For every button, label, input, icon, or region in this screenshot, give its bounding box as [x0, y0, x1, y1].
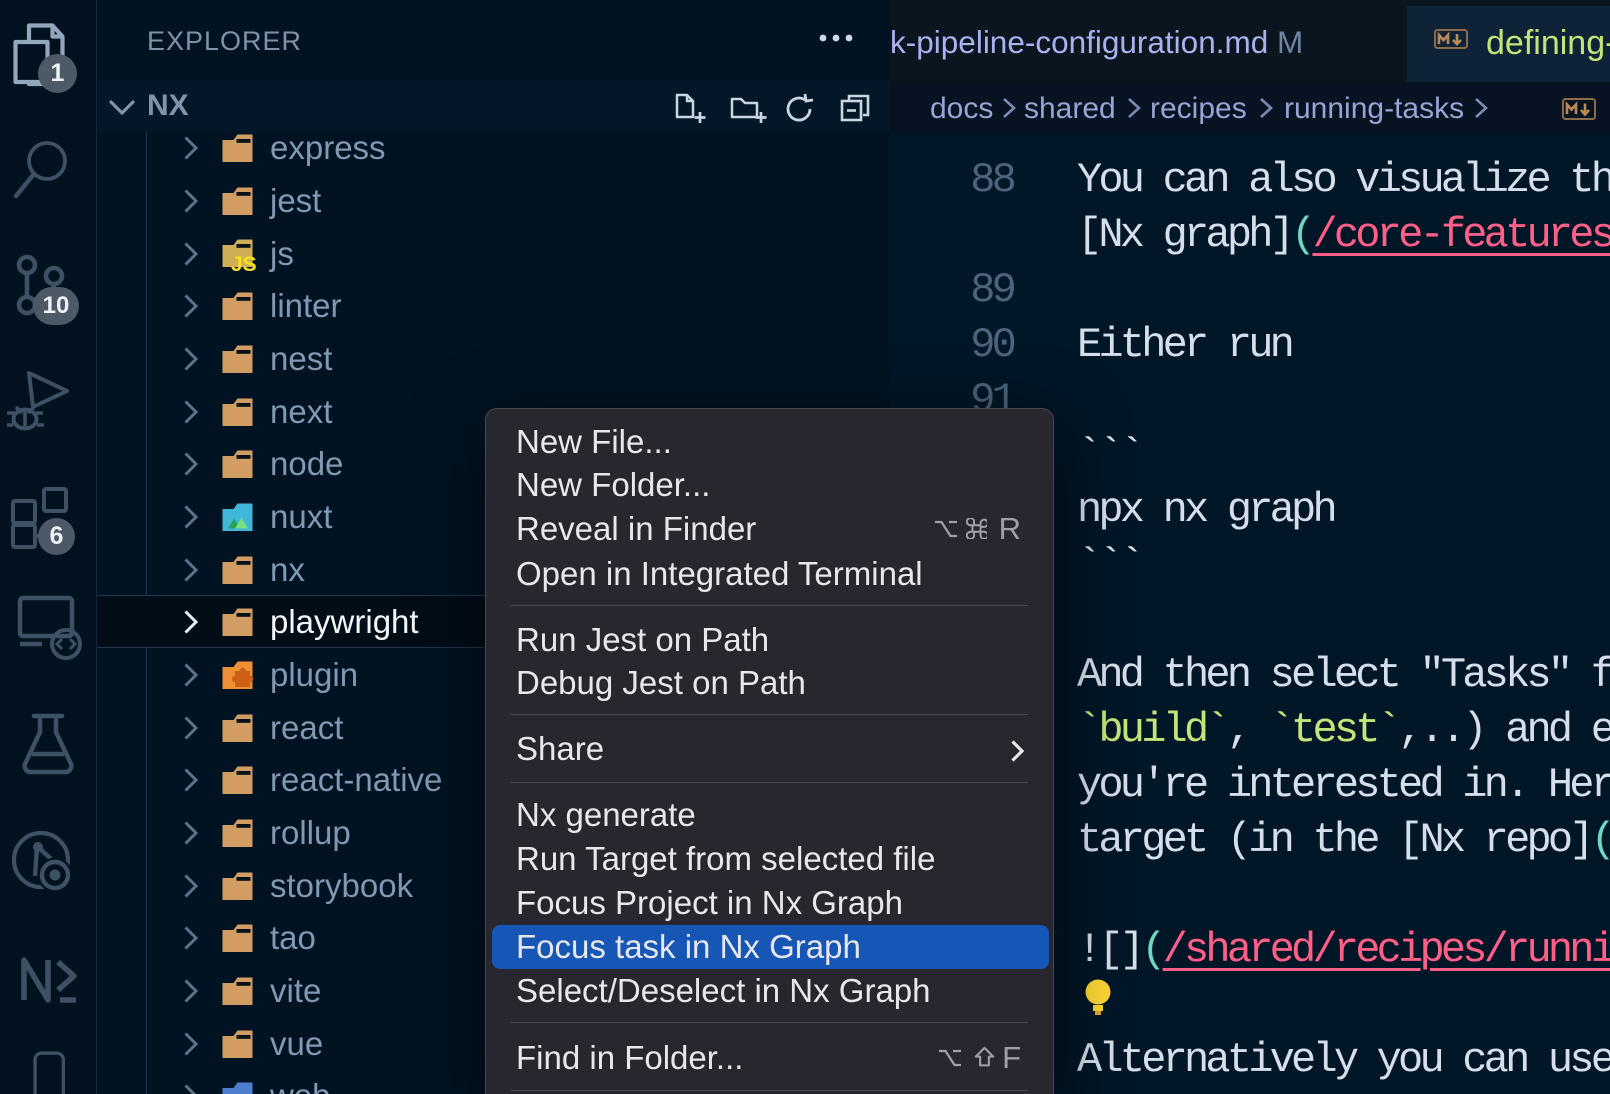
svg-text:JS: JS	[231, 253, 257, 276]
